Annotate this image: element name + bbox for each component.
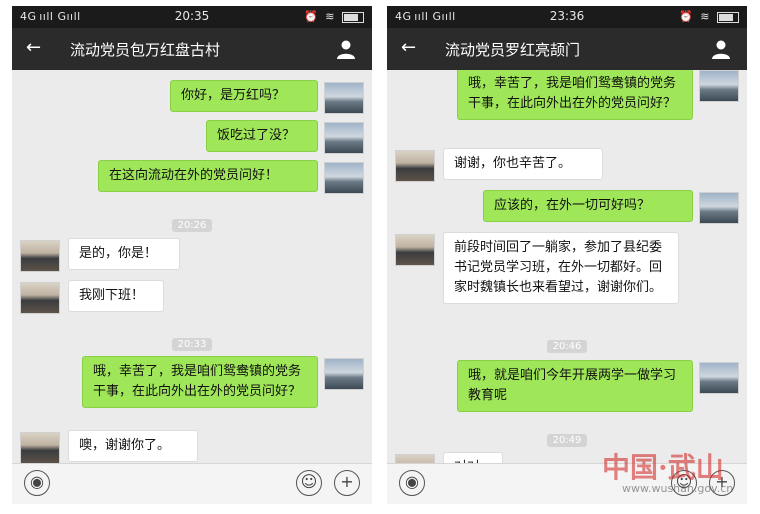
avatar[interactable] <box>395 234 435 266</box>
message-bubble-sent[interactable]: 在这向流动在外的党员问好！ <box>98 160 318 192</box>
contact-profile-icon[interactable] <box>336 39 356 59</box>
contact-profile-icon[interactable] <box>711 39 731 59</box>
message-bubble-received[interactable]: 前段时间回了一躺家，参加了县纪委书记党员学习班，在外一切都好。回家时魏镇长也来看… <box>443 232 679 304</box>
status-bar: 4G ııll Gııll 20:35 ⏰ ≋ <box>12 6 372 28</box>
input-bar: ◉ ☺ + <box>12 463 372 504</box>
wifi-icon: ≋ <box>325 10 335 23</box>
site-watermark: 中国·武山 www.wushan.gov.cn <box>596 446 746 502</box>
plus-icon[interactable]: + <box>334 470 360 496</box>
message-bubble-received[interactable]: 谢谢，你也辛苦了。 <box>443 148 603 180</box>
battery-icon <box>342 11 364 23</box>
timestamp: 20:46 <box>387 334 747 353</box>
message-bubble-sent[interactable]: 应该的，在外一切可好吗？ <box>483 190 693 222</box>
back-arrow-icon[interactable]: ← <box>401 37 416 58</box>
avatar[interactable] <box>20 432 60 464</box>
message-bubble-sent[interactable]: 饭吃过了没？ <box>206 120 318 152</box>
status-bar: 4G ııll Gııll 23:36 ⏰ ≋ <box>387 6 747 28</box>
message-bubble-received[interactable]: 是的，你是！ <box>68 238 180 270</box>
voice-input-icon[interactable]: ◉ <box>24 470 50 496</box>
alarm-icon: ⏰ <box>679 10 693 23</box>
watermark-logo-text: 中国·武山 <box>602 451 724 484</box>
chat-screen-right: 4G ııll Gııll 23:36 ⏰ ≋ ← 流动党员罗红亮颉门 哦，幸苦… <box>387 6 747 504</box>
avatar[interactable] <box>699 362 739 394</box>
avatar[interactable] <box>324 122 364 154</box>
message-bubble-received[interactable]: 我刚下班！ <box>68 280 164 312</box>
avatar[interactable] <box>324 358 364 390</box>
avatar[interactable] <box>699 70 739 102</box>
watermark-url: www.wushan.gov.cn <box>622 482 734 495</box>
chat-screen-left: 4G ııll Gııll 20:35 ⏰ ≋ ← 流动党员包万红盘古村 你好，… <box>12 6 372 504</box>
message-list[interactable]: 你好，是万红吗？ 饭吃过了没？ 在这向流动在外的党员问好！ 20:26 是的，你… <box>12 70 372 464</box>
avatar[interactable] <box>324 82 364 114</box>
message-bubble-sent[interactable]: 哦，就是咱们今年开展两学一做学习教育呢 <box>457 360 693 412</box>
message-bubble-sent[interactable]: 你好，是万红吗？ <box>170 80 318 112</box>
message-list[interactable]: 哦，幸苦了，我是咱们鸳鸯镇的党务干事，在此向外出在外的党员问好？ 谢谢，你也辛苦… <box>387 70 747 464</box>
avatar[interactable] <box>20 282 60 314</box>
chat-title: 流动党员罗红亮颉门 <box>445 41 581 59</box>
message-bubble-sent[interactable]: 哦，幸苦了，我是咱们鸳鸯镇的党务干事，在此向外出在外的党员问好？ <box>82 356 318 408</box>
avatar[interactable] <box>395 150 435 182</box>
timestamp: 20:33 <box>12 332 372 351</box>
emoji-icon[interactable]: ☺ <box>296 470 322 496</box>
chat-header: ← 流动党员包万红盘古村 <box>12 28 372 70</box>
message-bubble-received[interactable]: 噢，谢谢你了。 <box>68 430 198 462</box>
wifi-icon: ≋ <box>700 10 710 23</box>
voice-input-icon[interactable]: ◉ <box>399 470 425 496</box>
avatar[interactable] <box>20 240 60 272</box>
timestamp: 20:49 <box>387 428 747 447</box>
timestamp: 20:26 <box>12 213 372 232</box>
message-bubble-sent[interactable]: 哦，幸苦了，我是咱们鸳鸯镇的党务干事，在此向外出在外的党员问好？ <box>457 70 693 120</box>
back-arrow-icon[interactable]: ← <box>26 37 41 58</box>
avatar[interactable] <box>699 192 739 224</box>
alarm-icon: ⏰ <box>304 10 318 23</box>
chat-header: ← 流动党员罗红亮颉门 <box>387 28 747 70</box>
chat-title: 流动党员包万红盘古村 <box>70 41 221 59</box>
battery-icon <box>717 11 739 23</box>
avatar[interactable] <box>324 162 364 194</box>
